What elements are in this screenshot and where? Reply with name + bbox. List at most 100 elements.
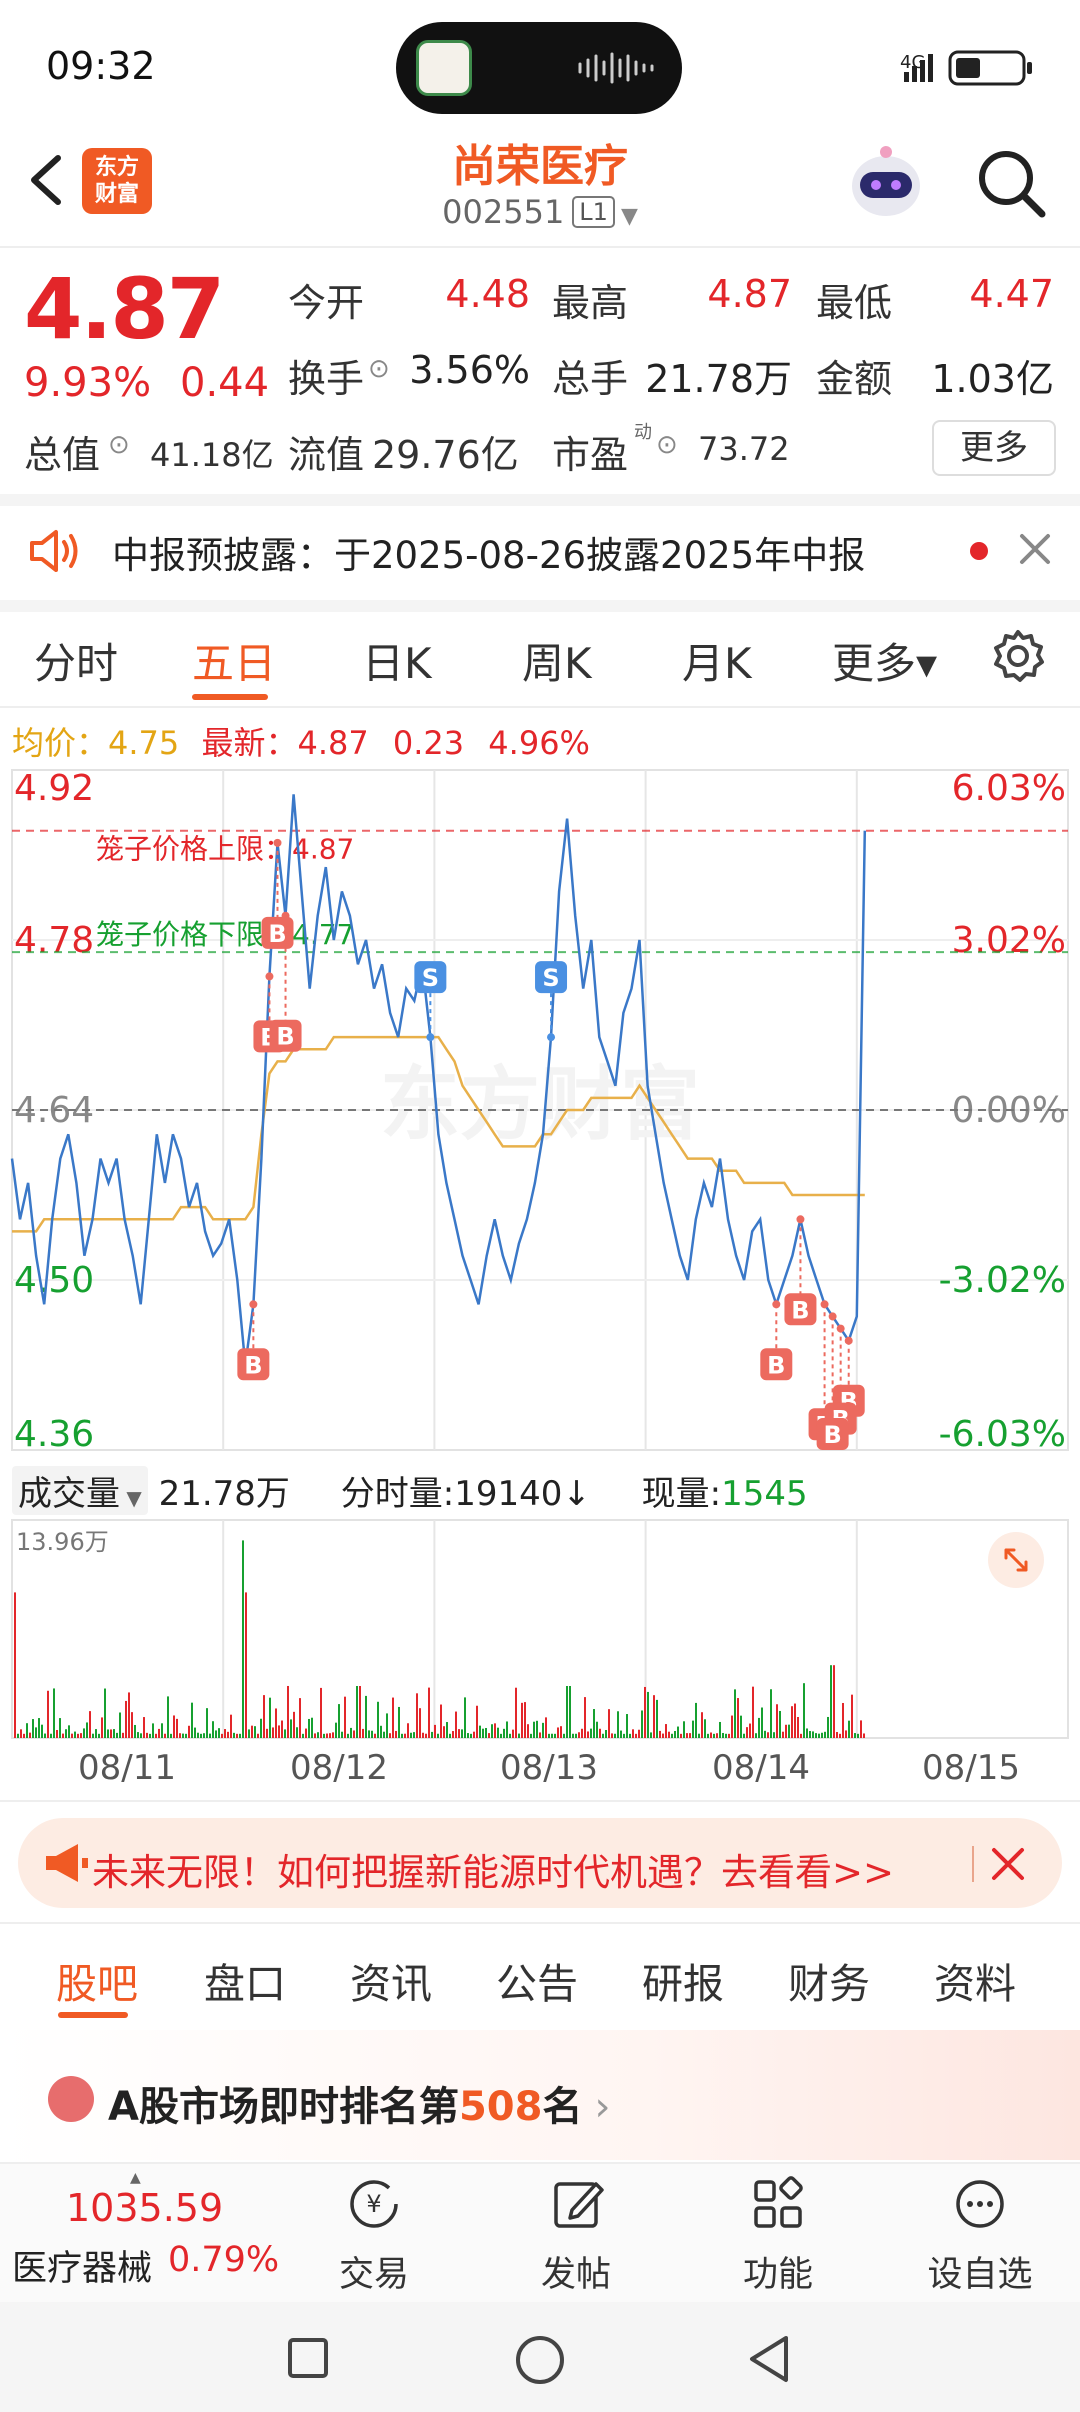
volume-bar xyxy=(650,1732,652,1738)
volume-bar xyxy=(731,1715,733,1738)
expand-icon[interactable] xyxy=(986,1530,1046,1590)
volume-bar xyxy=(392,1697,394,1738)
ad-text[interactable]: 未来无限！如何把握新能源时代机遇？去看看>> xyxy=(92,1842,894,1896)
volume-bar xyxy=(767,1732,769,1738)
volume-bar xyxy=(524,1702,526,1738)
tab-five-day[interactable]: 五日 xyxy=(192,630,276,691)
y-tick-left: 4.36 xyxy=(14,1414,94,1455)
volume-bar xyxy=(635,1733,637,1738)
add-watchlist-button[interactable]: 设自选 xyxy=(920,2246,1040,2297)
tab-research[interactable]: 研报 xyxy=(642,1950,724,2010)
post-button[interactable]: 发帖 xyxy=(516,2246,636,2297)
volume-bar xyxy=(20,1729,22,1738)
volume-bar xyxy=(623,1733,625,1738)
info-icon[interactable]: ⊙ xyxy=(368,354,390,384)
info-icon[interactable]: ⊙ xyxy=(108,430,130,460)
volume-bar xyxy=(638,1729,640,1738)
volume-bar xyxy=(665,1724,667,1738)
volume-bar xyxy=(779,1710,781,1738)
tab-minute[interactable]: 分时 xyxy=(34,630,118,691)
volume-bar xyxy=(323,1733,325,1738)
tab-daily-k[interactable]: 日K xyxy=(362,630,432,691)
close-icon[interactable] xyxy=(990,1846,1026,1882)
volume-bar xyxy=(425,1733,427,1738)
volume-frame xyxy=(11,1519,1069,1739)
volume-bar xyxy=(110,1729,112,1738)
more-quote-button[interactable]: 更多 xyxy=(932,420,1056,476)
y-tick-right: -6.03% xyxy=(939,1414,1066,1455)
trade-marker-dot xyxy=(820,1300,829,1309)
volume-bar xyxy=(131,1712,133,1738)
volume-bar xyxy=(488,1733,490,1738)
tab-profile[interactable]: 资料 xyxy=(934,1950,1016,2010)
volume-bar xyxy=(755,1733,757,1738)
volume-bar xyxy=(776,1704,778,1738)
change-percent: 9.93% xyxy=(24,360,152,406)
info-icon[interactable]: ⊙ xyxy=(656,430,678,460)
search-icon[interactable] xyxy=(974,146,1050,222)
volume-bar xyxy=(797,1717,799,1738)
back-nav-icon[interactable] xyxy=(744,2332,794,2386)
volume-bar xyxy=(161,1723,163,1738)
volume-bar xyxy=(689,1733,691,1738)
tab-finance[interactable]: 财务 xyxy=(788,1950,870,2010)
robot-assistant-icon[interactable] xyxy=(846,142,926,222)
volume-bar xyxy=(125,1700,127,1738)
tick-volume-label: 分时量: xyxy=(340,1474,455,1514)
volume-bar xyxy=(287,1685,289,1738)
tab-guba[interactable]: 股吧 xyxy=(56,1950,138,2010)
tab-announcements[interactable]: 公告 xyxy=(496,1950,578,2010)
five-day-chart[interactable]: 东方财富 4.92 6.03%4.78 3.02%4.64 0.00%4.50 -3.0… xyxy=(0,760,1080,1780)
app-logo[interactable]: 东方 财富 xyxy=(82,148,152,214)
volume-bar xyxy=(311,1717,313,1738)
edit-post-icon[interactable] xyxy=(550,2176,606,2232)
close-icon[interactable] xyxy=(1018,532,1052,566)
volume-bar xyxy=(122,1732,124,1738)
volume-bar xyxy=(128,1692,130,1738)
recents-icon[interactable] xyxy=(286,2336,330,2380)
volume-dropdown[interactable]: 成交量 ▼ xyxy=(12,1466,148,1515)
tab-monthly-k[interactable]: 月K xyxy=(682,630,752,691)
volume-bar xyxy=(440,1704,442,1738)
ranking-text[interactable]: A股市场即时排名第508名 › xyxy=(108,2074,610,2132)
volume-info-row: 成交量 ▼ 21.78万 分时量:19140↓ 现量:1545 xyxy=(12,1466,808,1515)
volume-bar xyxy=(632,1729,634,1738)
volume-bar xyxy=(506,1721,508,1738)
tab-orderbook[interactable]: 盘口 xyxy=(204,1950,286,2010)
speaker-icon xyxy=(30,530,78,572)
tab-news[interactable]: 资讯 xyxy=(350,1950,432,2010)
trade-icon[interactable]: ¥ xyxy=(346,2176,402,2232)
volume-bar xyxy=(761,1707,763,1738)
functions-button[interactable]: 功能 xyxy=(718,2246,838,2297)
volume-bar xyxy=(464,1697,466,1738)
volume-bar xyxy=(344,1696,346,1738)
back-icon[interactable] xyxy=(22,150,72,210)
volume-bar xyxy=(407,1723,409,1738)
stock-code-selector[interactable]: 002551 L1 ▼ xyxy=(300,193,780,231)
latest-label: 最新： xyxy=(201,724,298,762)
volume-bar xyxy=(383,1731,385,1738)
apps-grid-icon[interactable] xyxy=(750,2176,806,2232)
volume-bar xyxy=(191,1702,193,1738)
more-circle-icon[interactable] xyxy=(952,2176,1008,2232)
tab-weekly-k[interactable]: 周K xyxy=(522,630,592,691)
sector-index-name[interactable]: 医疗器械 xyxy=(12,2240,152,2291)
marker-letter: B xyxy=(823,1421,841,1449)
trade-button[interactable]: 交易 xyxy=(314,2246,434,2297)
pe-label: 市盈 xyxy=(552,433,629,477)
tab-more[interactable]: 更多▾ xyxy=(832,630,937,691)
logo-line2: 财富 xyxy=(94,182,139,207)
dynamic-island[interactable] xyxy=(396,22,682,114)
volume-bar xyxy=(806,1728,808,1738)
volume-bar xyxy=(443,1726,445,1738)
status-bar: 09:32 4G xyxy=(0,0,1080,135)
gear-icon[interactable] xyxy=(990,628,1046,684)
volume-bar xyxy=(212,1721,214,1738)
notice-text[interactable]: 中报预披露：于2025-08-26披露2025年中报 xyxy=(112,525,865,579)
volume-bar xyxy=(416,1693,418,1738)
volume-bar xyxy=(68,1725,70,1738)
sector-index-value[interactable]: 1035.59 xyxy=(66,2186,223,2230)
home-icon[interactable] xyxy=(514,2334,566,2386)
volume-bar xyxy=(854,1733,856,1738)
stock-name: 尚荣医疗 xyxy=(452,141,628,192)
